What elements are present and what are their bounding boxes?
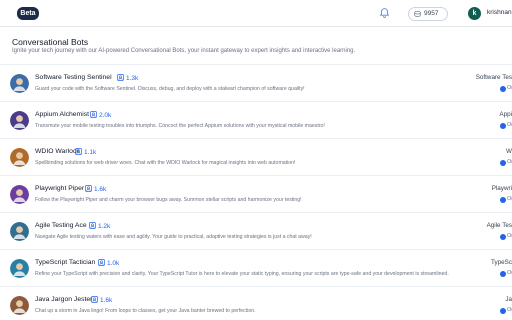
users-icon	[89, 222, 96, 229]
bot-name[interactable]: Agile Testing Ace	[35, 222, 87, 229]
user-avatar[interactable]: k	[468, 7, 481, 20]
users-icon	[91, 296, 98, 303]
bot-name[interactable]: WDIO Warlock	[35, 148, 80, 155]
credits-value: 9957	[424, 10, 439, 17]
bot-category-tag: Ja	[505, 296, 512, 303]
status-radio[interactable]	[500, 234, 506, 240]
bot-user-count-value: 1.0k	[107, 260, 120, 267]
users-icon	[98, 259, 105, 266]
status-label: Or	[507, 270, 512, 276]
bot-name[interactable]: Software Testing Sentinel	[35, 74, 112, 81]
status-label: Or	[507, 85, 512, 91]
bot-user-count-value: 1.6k	[100, 297, 113, 304]
users-icon	[75, 148, 82, 155]
bot-avatar	[10, 185, 29, 204]
page-title: Conversational Bots	[12, 37, 89, 47]
bot-user-count: 1.0k	[98, 259, 119, 267]
bot-category-tag: W	[506, 148, 512, 155]
bot-avatar	[10, 296, 29, 315]
bot-category-tag: Agile Tes	[486, 222, 512, 229]
bot-user-count-value: 1.2k	[98, 223, 111, 230]
bot-user-count: 1.3k	[117, 74, 138, 82]
status-radio[interactable]	[500, 197, 506, 203]
bot-description: Transmute your mobile testing troubles i…	[35, 123, 325, 129]
beta-badge[interactable]: Beta	[17, 7, 39, 20]
bot-avatar	[10, 111, 29, 130]
users-icon	[117, 74, 124, 81]
bot-avatar	[10, 259, 29, 278]
bot-user-count: 2.0k	[90, 111, 111, 119]
status-label: Or	[507, 233, 512, 239]
bot-description: Guard your code with the Software Sentin…	[35, 86, 305, 92]
bot-avatar	[10, 148, 29, 167]
bell-icon[interactable]	[379, 7, 390, 19]
credits-pill[interactable]: 9957	[408, 7, 448, 21]
users-icon	[90, 111, 97, 118]
bot-user-count: 1.1k	[75, 148, 96, 156]
bot-avatar	[10, 74, 29, 93]
bot-user-count: 1.2k	[89, 222, 110, 230]
bot-row[interactable]: TypeScript Tactician 1.0k Refine your Type…	[0, 249, 512, 286]
bot-description: Refine your TypeScript with precision an…	[35, 271, 449, 277]
bot-category-tag: Appi	[499, 111, 512, 118]
bot-name[interactable]: Appium Alchemist	[35, 111, 89, 118]
bot-name[interactable]: TypeScript Tactician	[35, 259, 95, 266]
bot-user-count-value: 2.0k	[99, 112, 112, 119]
users-icon	[85, 185, 92, 192]
coins-icon	[414, 11, 421, 17]
bot-row[interactable]: WDIO Warlock 1.1k Spellbinding solutions f…	[0, 138, 512, 175]
bot-row[interactable]: Appium Alchemist 2.0k Transmute your mobil…	[0, 101, 512, 138]
status-radio[interactable]	[500, 160, 506, 166]
bot-row[interactable]: Agile Testing Ace 1.2k Navigate Agile test…	[0, 212, 512, 249]
status-radio[interactable]	[500, 86, 506, 92]
bot-description: Navigate Agile testing waters with ease …	[35, 234, 312, 240]
status-radio[interactable]	[500, 308, 506, 314]
status-label: Or	[507, 122, 512, 128]
bot-avatar	[10, 222, 29, 241]
bot-row[interactable]: Software Testing Sentinel 1.3k Guard your …	[0, 64, 512, 101]
status-label: Or	[507, 159, 512, 165]
status-radio[interactable]	[500, 123, 506, 129]
bot-name[interactable]: Playwright Piper	[35, 185, 84, 192]
bot-user-count-value: 1.3k	[126, 75, 139, 82]
bot-description: Spellbinding solutions for web driver wo…	[35, 160, 296, 166]
bot-description: Chat up a storm in Java lingo! From loop…	[35, 308, 256, 314]
bot-user-count: 1.6k	[91, 296, 112, 304]
bot-user-count: 1.6k	[85, 185, 106, 193]
top-bar: Beta 9957 k krishnanu	[0, 0, 512, 27]
bot-row[interactable]: Java Jargon Jester 1.6k Chat up a storm in…	[0, 286, 512, 320]
bot-category-tag: Playwri	[491, 185, 512, 192]
page-subtitle: Ignite your tech journey with our AI-pow…	[12, 48, 356, 54]
bot-row[interactable]: Playwright Piper 1.6k Follow the Playwrigh…	[0, 175, 512, 212]
status-radio[interactable]	[500, 271, 506, 277]
bot-user-count-value: 1.1k	[84, 149, 97, 156]
bot-description: Follow the Playwright Piper and charm yo…	[35, 197, 302, 203]
username[interactable]: krishnanu	[487, 9, 512, 16]
bot-category-tag: TypeSc	[491, 259, 512, 266]
bot-user-count-value: 1.6k	[94, 186, 107, 193]
status-label: Or	[507, 307, 512, 313]
status-label: Or	[507, 196, 512, 202]
bot-category-tag: Software Tes	[475, 74, 512, 81]
bot-name[interactable]: Java Jargon Jester	[35, 296, 92, 303]
